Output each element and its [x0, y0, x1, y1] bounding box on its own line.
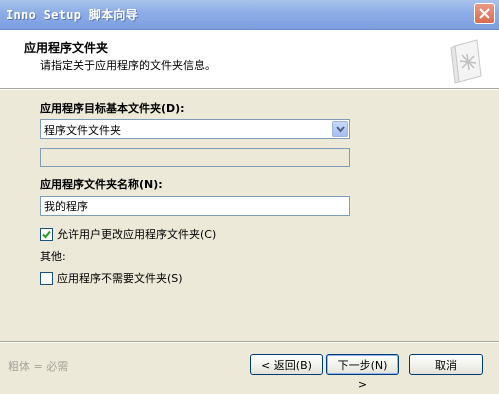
window-title: Inno Setup 脚本向导	[6, 8, 138, 22]
folder-name-label: 应用程序文件夹名称(N):	[40, 178, 163, 191]
dest-folder-label: 应用程序目标基本文件夹(D):	[40, 102, 185, 115]
title-bar[interactable]: Inno Setup 脚本向导	[0, 0, 499, 30]
close-button[interactable]	[474, 3, 495, 24]
dropdown-button[interactable]	[332, 121, 348, 137]
wizard-window: Inno Setup 脚本向导 应用程序文件夹 请指定关于应用程序的文件夹信息。…	[0, 0, 499, 391]
next-button[interactable]: 下一步(N) >	[326, 354, 399, 391]
checkmark-icon	[42, 230, 51, 238]
back-button[interactable]: < 返回(B)	[250, 354, 323, 375]
chevron-down-icon	[336, 126, 345, 133]
page-subtitle: 请指定关于应用程序的文件夹信息。	[40, 59, 216, 72]
page-title: 应用程序文件夹	[24, 41, 109, 55]
other-label: 其他:	[40, 250, 66, 263]
allow-change-label: 允许用户更改应用程序文件夹(C)	[57, 228, 217, 241]
wizard-page-icon	[450, 39, 482, 84]
cancel-button[interactable]: 取消	[409, 354, 483, 375]
allow-change-option[interactable]: 允许用户更改应用程序文件夹(C)	[40, 226, 216, 242]
dest-folder-value: 程序文件文件夹	[44, 124, 121, 137]
required-note: 粗体 = 必需	[8, 360, 69, 373]
folder-name-input[interactable]	[40, 196, 350, 216]
no-folder-option[interactable]: 应用程序不需要文件夹(S)	[40, 270, 183, 286]
dest-folder-select[interactable]: 程序文件文件夹	[40, 119, 350, 139]
footer-divider-highlight	[0, 342, 499, 343]
no-folder-label: 应用程序不需要文件夹(S)	[57, 272, 183, 285]
no-folder-checkbox[interactable]	[40, 271, 53, 285]
close-icon	[479, 8, 490, 19]
wizard-header: 应用程序文件夹 请指定关于应用程序的文件夹信息。	[0, 30, 499, 89]
allow-change-checkbox[interactable]	[40, 227, 53, 241]
header-divider	[0, 89, 499, 90]
custom-folder-field	[40, 148, 350, 167]
